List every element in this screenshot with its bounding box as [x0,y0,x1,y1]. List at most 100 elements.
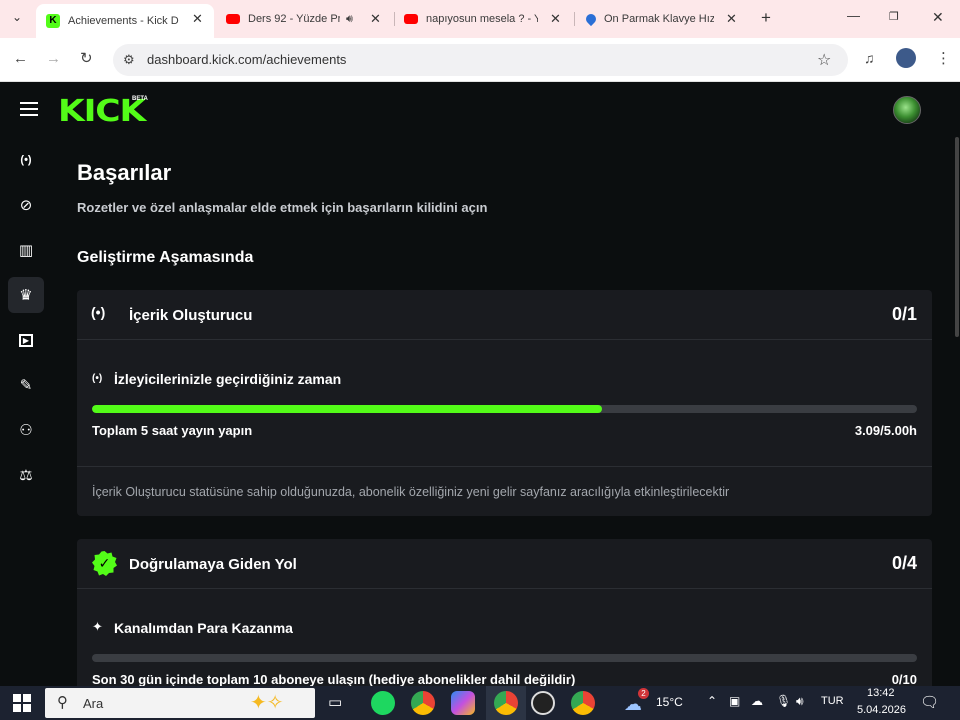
sidebar-item-community[interactable]: ⚇ [8,412,44,448]
task-requirement: Son 30 gün içinde toplam 10 aboneye ulaş… [92,672,576,686]
video-icon: ▶ [18,333,34,347]
tab-title: On Parmak Klavye Hız [604,13,714,25]
beta-badge: BETA [132,96,148,102]
progress-bar [92,405,917,413]
tab-napiyosun[interactable]: napıyosun mesela ? - Y ✕ [400,4,576,34]
progress-fill [92,405,602,413]
page-scrollbar[interactable] [953,137,960,686]
spotify-icon[interactable] [371,691,395,715]
address-bar[interactable]: ⚙ dashboard.kick.com/achievements ☆ [113,44,848,76]
close-tab-icon[interactable]: ✕ [550,11,561,27]
copilot-icon[interactable] [451,691,475,715]
back-icon[interactable]: ← [13,50,28,67]
url-text: dashboard.kick.com/achievements [147,52,347,67]
broadcast-icon: (•) [91,304,106,320]
section-heading: Geliştirme Aşamasında [77,249,254,266]
card-header[interactable]: (•) İçerik Oluşturucu 0/1 [77,290,932,340]
tab-separator [394,12,395,26]
task-view-icon[interactable]: ▭ [328,693,342,711]
close-tab-icon[interactable]: ✕ [726,11,737,27]
chevron-up-icon[interactable]: ⌃ [707,694,717,708]
card-header[interactable]: ✓ Doğrulamaya Giden Yol 0/4 [77,539,932,589]
windows-taskbar: ⚲ Ara ✦✧ ▭ ☁ 2 15°C ⌃ ▣ ☁ 🎙︎ 🔊︎ TUR 13:4… [0,686,960,720]
tab-on-parmak[interactable]: On Parmak Klavye Hız ✕ [582,4,752,34]
sidebar-item-content[interactable]: ▶ [8,322,44,358]
close-tab-icon[interactable]: ✕ [370,11,381,27]
drop-favicon-icon [583,11,599,27]
obs-icon[interactable] [531,691,555,715]
chrome-icon[interactable] [571,691,595,715]
verified-icon: ✓ [92,551,117,576]
speaker-icon[interactable]: 🔊︎ [346,13,353,26]
achievement-card-verification: ✓ Doğrulamaya Giden Yol 0/4 ✦ Kanalımdan… [77,539,932,686]
task-requirement: Toplam 5 saat yayın yapın [92,423,253,438]
youtube-favicon-icon [404,14,418,24]
browser-toolbar: ← → ↻ ⚙ dashboard.kick.com/achievements … [0,38,960,82]
minimize-icon[interactable]: — [847,8,860,23]
sidebar-item-payouts[interactable]: ⚖ [8,457,44,493]
card-count: 0/4 [891,553,917,573]
link-icon: ⊘ [19,197,33,214]
cloud-icon[interactable]: ☁ [751,694,763,708]
hamburger-menu-icon[interactable] [20,102,38,116]
sidebar-item-achievements[interactable]: ♛ [8,277,44,313]
tab-separator [574,12,575,26]
achievement-card-creator: (•) İçerik Oluşturucu 0/1 (•) İzleyicile… [77,290,932,516]
menu-kebab-icon[interactable]: ⋮ [936,49,951,67]
search-icon: ⚲ [57,694,68,711]
notification-icon[interactable]: 🗨︎ [920,693,939,711]
payout-icon: ⚖ [19,467,33,484]
clock-time[interactable]: 13:42 [867,687,895,699]
task-progress-text: 3.09/5.00h [854,423,917,438]
sidebar-item-links[interactable]: ⊘ [8,187,44,223]
page-viewport: KICK BETA (•) ⊘ ▥ ♛ ▶ ✎ ⚇ ⚖ Başarılar Ro… [0,82,960,686]
broadcast-icon: (•) [20,154,32,166]
reload-icon[interactable]: ↻ [80,49,93,67]
browser-tab-bar: ⌄ K Achievements - Kick D ✕ Ders 92 - Yü… [0,0,960,38]
windows-start-icon[interactable] [13,694,31,712]
media-control-icon[interactable]: ♫ [864,50,875,66]
wrench-icon: ✎ [19,377,33,394]
close-window-icon[interactable]: ✕ [932,9,944,26]
tab-title: Achievements - Kick D [68,15,179,27]
avatar[interactable] [893,96,921,124]
taskbar-search[interactable]: ⚲ Ara ✦✧ [45,688,315,718]
card-title: Doğrulamaya Giden Yol [129,556,297,573]
new-tab-icon[interactable]: + [761,8,771,28]
page-subtitle: Rozetler ve özel anlaşmalar elde etmek i… [77,200,488,215]
community-icon: ⚇ [19,422,33,439]
trophy-icon: ♛ [19,287,33,304]
scrollbar-thumb[interactable] [955,137,959,337]
task-title: İzleyicilerinizle geçirdiğiniz zaman [114,371,342,387]
weather-badge: 2 [638,688,649,699]
chrome-icon[interactable] [411,691,435,715]
bookmark-star-icon[interactable]: ☆ [817,50,831,70]
site-info-icon[interactable]: ⚙ [123,52,135,68]
chrome-icon[interactable] [494,691,518,715]
tab-list-chevron-icon[interactable]: ⌄ [12,10,22,24]
tab-ders-92[interactable]: Ders 92 - Yüzde Pr 🔊︎ ✕ [222,4,392,34]
sidebar-item-stream[interactable]: (•) [8,142,44,178]
sidebar-item-settings[interactable]: ✎ [8,367,44,403]
display-icon[interactable]: ▣ [729,694,740,708]
task-progress-text: 0/10 [891,672,917,686]
restore-icon[interactable]: ❐ [889,10,899,23]
youtube-favicon-icon [226,14,240,24]
kick-favicon-icon: K [46,14,60,28]
card-count: 0/1 [891,304,917,324]
card-divider [77,466,932,467]
volume-icon[interactable]: 🔊︎ [796,694,804,709]
sidebar-item-analytics[interactable]: ▥ [8,232,44,268]
close-tab-icon[interactable]: ✕ [192,11,203,27]
card-title: İçerik Oluşturucu [129,307,253,324]
tab-achievements[interactable]: K Achievements - Kick D ✕ [36,4,214,38]
forward-icon[interactable]: → [46,50,61,67]
weather-temp[interactable]: 15°C [656,695,683,709]
clock-date[interactable]: 5.04.2026 [857,704,906,716]
tab-title: napıyosun mesela ? - Y [426,13,538,25]
language-indicator[interactable]: TUR [821,695,844,707]
search-placeholder: Ara [83,696,104,711]
profile-icon[interactable] [896,48,916,68]
main-content: Başarılar Rozetler ve özel anlaşmalar el… [77,138,933,686]
microphone-icon[interactable]: 🎙︎ [776,694,791,708]
